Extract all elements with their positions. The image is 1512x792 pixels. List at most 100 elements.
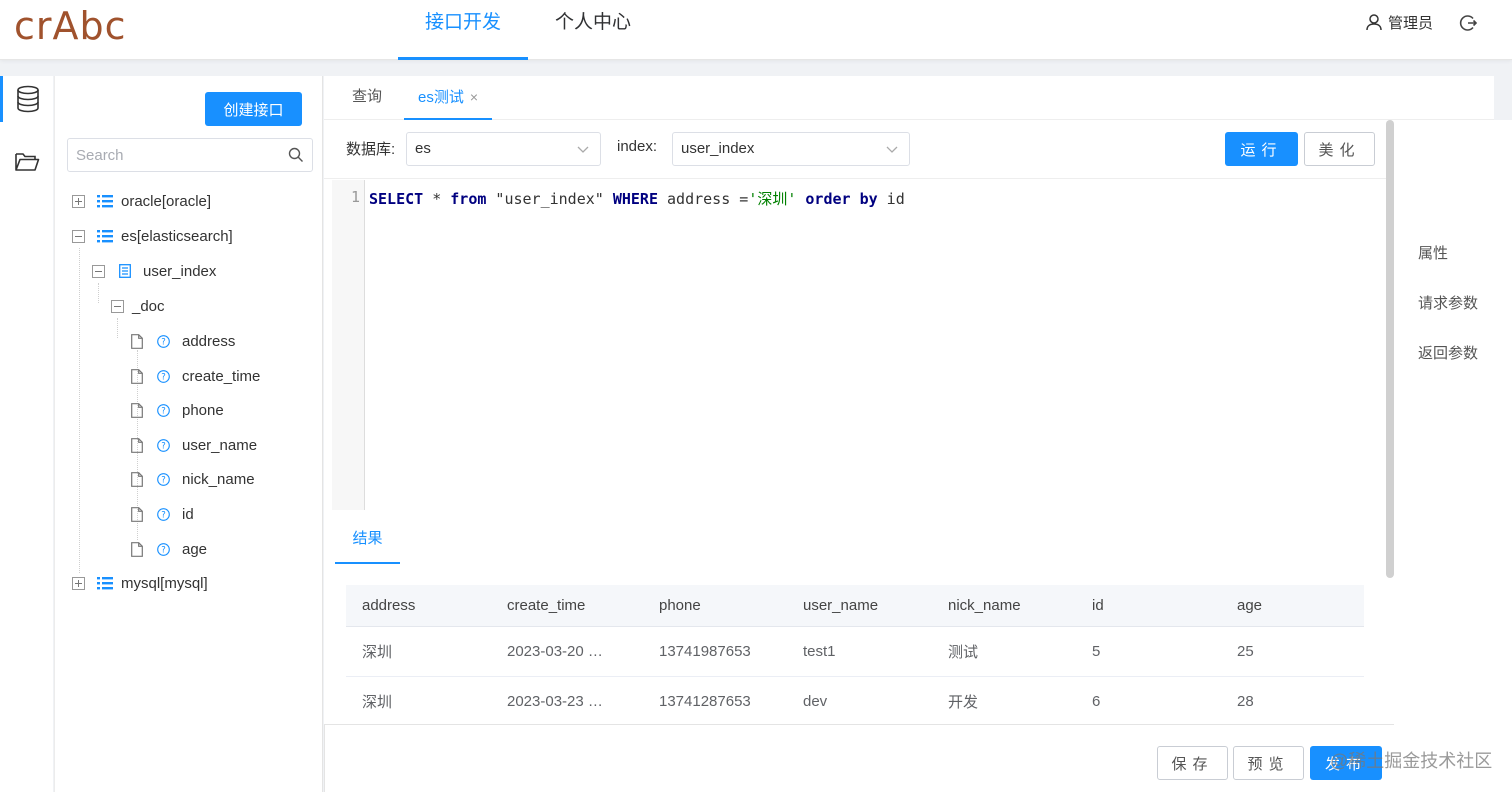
sql-string: '深圳'	[748, 190, 797, 208]
tree-node-field[interactable]: ? nick_name	[131, 464, 255, 494]
tree-node-doc[interactable]: _doc	[111, 291, 165, 321]
sql-text: "user_index"	[486, 190, 613, 208]
svg-text:?: ?	[161, 441, 166, 451]
top-header: crAbc 接口开发 个人中心 管理员	[0, 0, 1512, 60]
tree-node-oracle[interactable]: oracle[oracle]	[72, 186, 211, 216]
index-label: index:	[617, 138, 658, 155]
list-icon	[97, 577, 113, 590]
tab-query[interactable]: 查询	[352, 76, 382, 120]
column-header[interactable]: user_name	[803, 585, 878, 626]
collapse-toggle[interactable]	[92, 264, 105, 278]
column-header[interactable]: id	[1092, 585, 1104, 626]
tree-node-label: mysql[mysql]	[121, 574, 208, 592]
field-type-icon: ?	[157, 369, 170, 383]
collapse-toggle[interactable]	[72, 229, 85, 243]
database-label: 数据库:	[346, 141, 396, 158]
run-button[interactable]: 运行	[1225, 132, 1298, 166]
panel-tab-request-params[interactable]: 请求参数	[1418, 292, 1478, 313]
tree-node-user-index[interactable]: user_index	[92, 256, 216, 286]
table-row[interactable]: 深圳 2023-03-23 … 13741287653 dev 开发 6 28	[346, 677, 1364, 727]
create-api-button[interactable]: 创建接口	[205, 92, 302, 126]
sql-keyword: order by	[805, 190, 878, 208]
column-header[interactable]: phone	[659, 585, 701, 626]
database-select[interactable]: es	[406, 132, 601, 166]
rail-database[interactable]	[0, 76, 53, 122]
tree-node-label: oracle[oracle]	[121, 192, 212, 210]
tree-node-label: nick_name	[182, 470, 255, 488]
datasource-tree-panel: 创建接口 oracle[oracle] es[elasticsearch] us…	[54, 76, 323, 792]
save-button[interactable]: 保存	[1157, 746, 1228, 780]
index-table-icon	[119, 264, 131, 278]
sql-editor[interactable]: 1 SELECT * from "user_index" WHERE addre…	[332, 180, 1386, 510]
tree-node-field[interactable]: ? create_time	[131, 361, 260, 391]
tree-node-field[interactable]: ? user_name	[131, 430, 257, 460]
index-select[interactable]: user_index	[672, 132, 910, 166]
preview-button[interactable]: 预览	[1233, 746, 1304, 780]
tree-node-label: es[elasticsearch]	[121, 227, 233, 245]
panel-tab-properties[interactable]: 属性	[1418, 242, 1448, 263]
table-cell: 深圳	[362, 644, 393, 661]
table-cell: 2023-03-23 …	[507, 693, 603, 710]
file-icon	[131, 541, 143, 557]
sql-code-line[interactable]: SELECT * from "user_index" WHERE address…	[369, 188, 905, 209]
tree-node-label: id	[182, 505, 194, 523]
search-icon[interactable]	[288, 147, 304, 163]
chevron-down-icon	[577, 146, 589, 153]
database-select-value: es	[415, 140, 431, 157]
tree-node-field[interactable]: ? age	[131, 534, 207, 564]
list-icon	[97, 195, 113, 208]
svg-text:?: ?	[161, 545, 166, 555]
expand-toggle[interactable]	[72, 194, 85, 208]
panel-tab-response-params[interactable]: 返回参数	[1418, 342, 1478, 363]
index-select-value: user_index	[681, 140, 755, 157]
tree-search	[67, 138, 313, 172]
app-logo[interactable]: crAbc	[14, 4, 127, 48]
sql-text: id	[877, 190, 905, 208]
column-header[interactable]: address	[362, 585, 415, 626]
main-workspace: 查询 es测试 × 数据库: es index: user_index 运行 美化…	[324, 76, 1494, 792]
nav-tab-personal-center[interactable]: 个人中心	[528, 0, 658, 60]
svg-text:?: ?	[161, 337, 166, 347]
field-type-icon: ?	[157, 334, 170, 348]
database-icon	[17, 85, 39, 113]
query-tabs: 查询 es测试 ×	[324, 76, 1494, 120]
field-type-icon: ?	[157, 403, 170, 417]
query-toolbar: 数据库: es index: user_index 运行 美化	[324, 120, 1386, 179]
nav-tab-api-dev[interactable]: 接口开发	[398, 0, 528, 60]
table-cell: 开发	[948, 694, 979, 711]
expand-toggle[interactable]	[72, 576, 85, 590]
close-icon[interactable]: ×	[470, 89, 478, 105]
tab-es-test[interactable]: es测试 ×	[404, 76, 493, 120]
tree-node-field[interactable]: ? address	[131, 326, 235, 356]
table-cell: 5	[1092, 643, 1101, 660]
table-cell: 深圳	[362, 694, 393, 711]
user-menu[interactable]: 管理员	[1366, 12, 1433, 33]
beautify-button[interactable]: 美化	[1304, 132, 1375, 166]
file-icon	[131, 402, 143, 418]
file-icon	[131, 506, 143, 522]
tree-node-es[interactable]: es[elasticsearch]	[72, 221, 233, 251]
column-header[interactable]: nick_name	[948, 585, 1021, 626]
tree-guide-line	[117, 318, 118, 338]
tree-node-field[interactable]: ? id	[131, 499, 194, 529]
rail-folder[interactable]	[0, 138, 53, 184]
scrollbar-thumb[interactable]	[1386, 120, 1394, 578]
icon-rail	[0, 76, 53, 792]
sql-text: address =	[658, 190, 749, 208]
column-header[interactable]: create_time	[507, 585, 585, 626]
tree-node-label: create_time	[182, 367, 261, 385]
search-input[interactable]	[68, 139, 268, 171]
svg-text:?: ?	[161, 510, 166, 520]
column-header[interactable]: age	[1237, 585, 1262, 626]
tree-node-field[interactable]: ? phone	[131, 395, 224, 425]
table-row[interactable]: 深圳 2023-03-20 … 13741987653 test1 测试 5 2…	[346, 627, 1364, 677]
line-number: 1	[332, 180, 365, 510]
list-icon	[97, 230, 113, 243]
tree-guide-line	[79, 248, 80, 573]
collapse-toggle[interactable]	[111, 299, 124, 313]
logout-icon[interactable]	[1458, 13, 1478, 33]
tab-result[interactable]: 结果	[335, 519, 400, 564]
file-icon	[131, 333, 143, 349]
table-cell: test1	[803, 643, 836, 660]
tree-node-mysql[interactable]: mysql[mysql]	[72, 568, 208, 598]
